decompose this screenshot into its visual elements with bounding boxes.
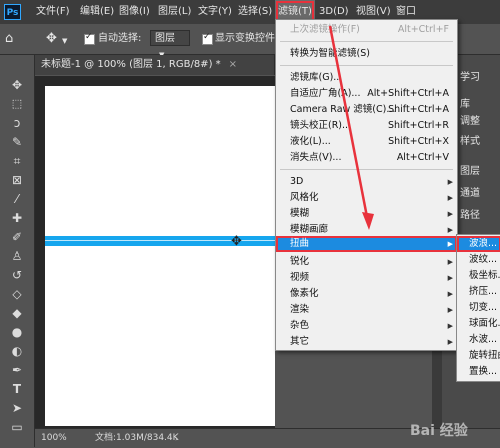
watermark: Bai 经验 [410,423,468,439]
annotation-arrow [328,25,374,230]
